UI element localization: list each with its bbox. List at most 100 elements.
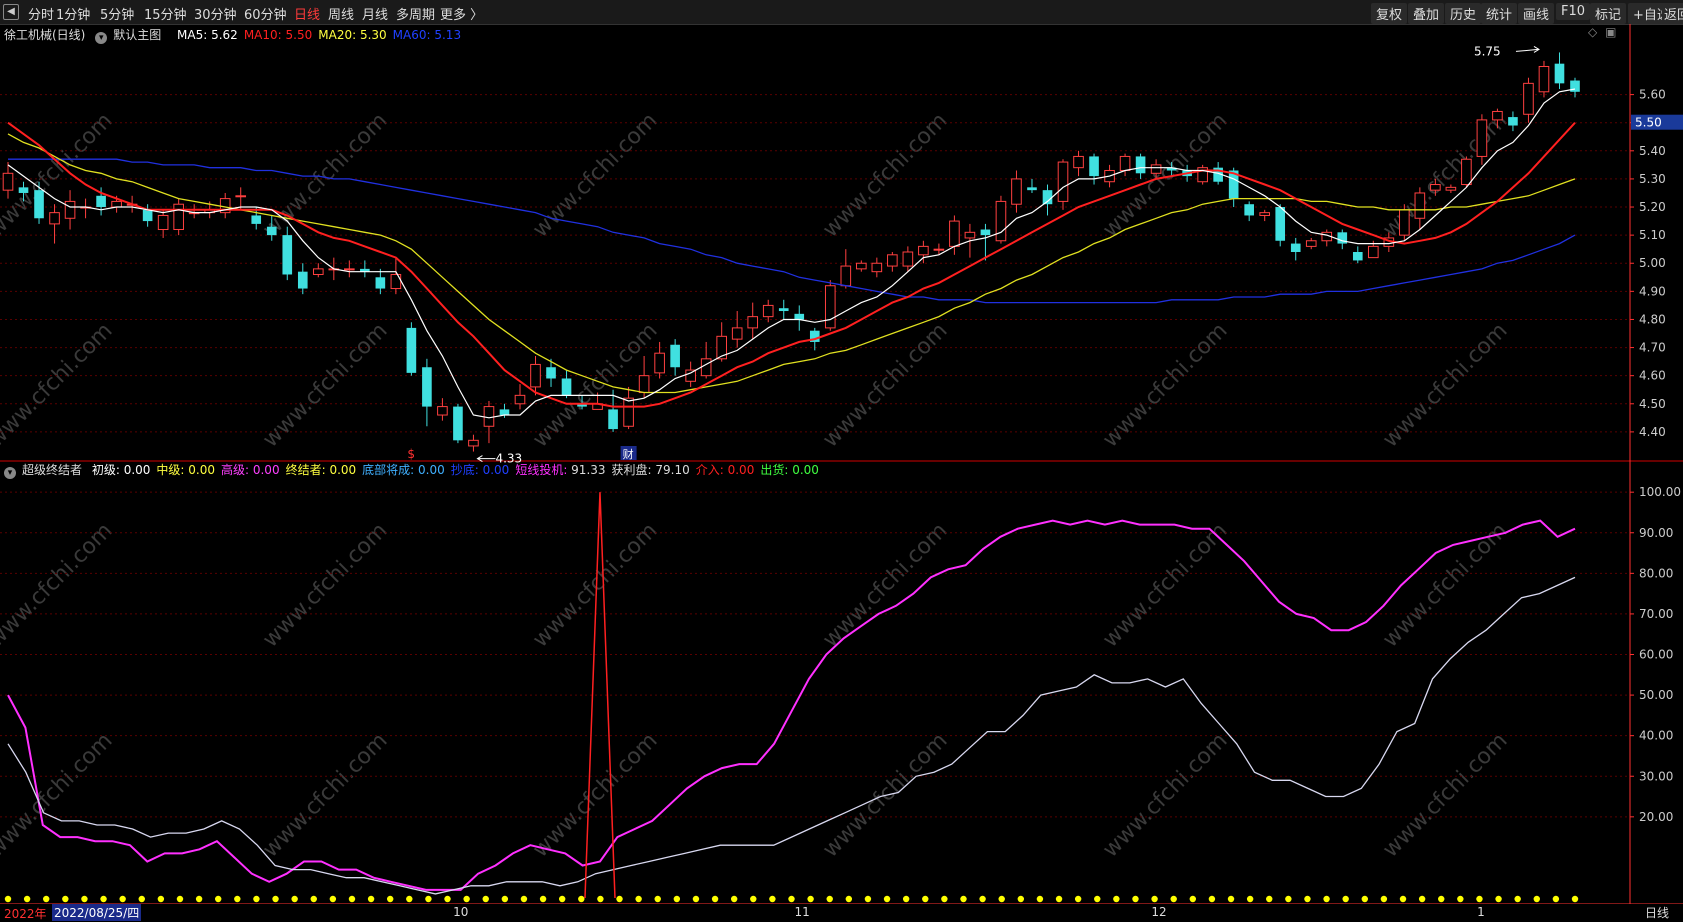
candle (592, 392, 603, 410)
price-tick-label: 5.00 (1639, 256, 1666, 270)
signal-dot (941, 895, 948, 903)
candle-body (654, 352, 665, 374)
candle (530, 356, 541, 396)
toolbar-button-4[interactable]: 画线 (1518, 3, 1555, 24)
signal-dot (1055, 895, 1063, 903)
signal-dot (1399, 895, 1407, 903)
watermark-text: www.cfchi.com (528, 318, 662, 452)
candle-body (1275, 207, 1286, 241)
watermark-text: www.cfchi.com (1378, 728, 1512, 862)
candle (18, 181, 29, 202)
current-price-label: 5.50 (1635, 116, 1662, 130)
candle (980, 223, 991, 261)
candle (1104, 164, 1115, 188)
period-tab-8[interactable]: 月线 (362, 4, 388, 23)
watermark-text: www.cfchi.com (258, 318, 392, 452)
candle (1367, 240, 1379, 259)
candle (1182, 164, 1192, 182)
candle (312, 263, 324, 278)
signal-dot (138, 895, 145, 903)
dropdown-icon[interactable]: ▾ (4, 467, 16, 479)
candle (1352, 246, 1363, 264)
ma-legend-1: MA10: 5.50 (243, 28, 313, 42)
watermark-text: www.cfchi.com (258, 728, 392, 862)
period-tab-4[interactable]: 30分钟 (194, 4, 237, 23)
indicator-tick-label: 70.00 (1639, 607, 1673, 621)
period-label[interactable]: 日线 (1645, 904, 1669, 921)
template-selector[interactable]: ▾ 默认主图 (95, 28, 167, 44)
diamond-icon[interactable]: ◇ (1588, 25, 1597, 39)
toolbar-button-8[interactable]: 返回 (1662, 3, 1683, 24)
signal-dot (1304, 895, 1311, 903)
signal-dot (960, 895, 967, 903)
candle-body (1352, 252, 1363, 261)
watermark-text: www.cfchi.com (1378, 518, 1512, 652)
candle (1197, 164, 1208, 185)
candle-body (453, 406, 463, 441)
watermark-text: www.cfchi.com (1098, 318, 1232, 452)
candle (871, 257, 883, 278)
ma-lines (7, 88, 1576, 419)
candle-body (1213, 167, 1223, 182)
toolbar-button-5[interactable]: F10 (1556, 3, 1591, 20)
toolbar-button-1[interactable]: 叠加 (1408, 3, 1445, 24)
candle-body (592, 403, 603, 410)
period-tab-2[interactable]: 5分钟 (100, 4, 134, 23)
current-price-box (1631, 114, 1683, 130)
ma-legend-2: MA20: 5.30 (318, 28, 387, 42)
period-tab-9[interactable]: 多周期 (396, 4, 435, 23)
candle (1244, 201, 1254, 222)
month-label: 11 (794, 905, 810, 919)
toolbar-button-3[interactable]: 统计 (1481, 3, 1518, 24)
period-tab-3[interactable]: 15分钟 (144, 4, 187, 23)
toolbar-button-2[interactable]: 历史 (1445, 3, 1482, 24)
candle-body (871, 262, 883, 273)
candle-body (700, 358, 712, 377)
period-tab-7[interactable]: 周线 (328, 4, 354, 23)
candle-body (1244, 204, 1254, 216)
candle-body (1538, 65, 1550, 93)
candle (188, 204, 200, 219)
candle (1554, 52, 1565, 89)
candle-body (887, 254, 898, 267)
signal-dot (807, 895, 814, 903)
candle (995, 195, 1007, 244)
signal-dot (100, 895, 107, 903)
time-axis: 2022年 2022/08/25/四 10 11 12 1 日线 (0, 904, 1683, 921)
watermark-text: www.cfchi.com (818, 728, 952, 862)
candle (157, 209, 169, 238)
candle (856, 260, 867, 272)
signal-dot (482, 895, 489, 903)
period-tab-5[interactable]: 60分钟 (244, 4, 287, 23)
candle-body (716, 335, 727, 360)
indicator-name: 超级终结者 (22, 463, 83, 477)
candle-body (1321, 231, 1333, 242)
period-tab-1[interactable]: 1分钟 (56, 4, 90, 23)
watermark-text: www.cfchi.com (1378, 108, 1512, 242)
candle-body (1104, 169, 1115, 183)
dropdown-icon: ▾ (95, 32, 108, 44)
period-tab-10[interactable]: 更多 〉 (440, 4, 483, 23)
signal-dot (253, 895, 260, 903)
signal-dot (1227, 895, 1235, 903)
toolbar-button-6[interactable]: 标记 (1590, 3, 1627, 24)
candle (1430, 178, 1441, 196)
window-icon[interactable]: ▣ (1605, 25, 1616, 39)
back-icon[interactable]: ◀ (3, 4, 19, 20)
signal-dot (826, 895, 833, 903)
candle-body (282, 235, 293, 275)
price-tick-label: 4.40 (1639, 425, 1666, 439)
candle (375, 268, 386, 295)
signal-dot (1189, 895, 1197, 903)
candle-body (390, 273, 402, 290)
candle-body (266, 226, 277, 236)
candle (1166, 162, 1177, 177)
toolbar-button-0[interactable]: 复权 (1371, 3, 1408, 24)
period-tab-0[interactable]: 分时 (28, 4, 54, 23)
candle-body (1445, 186, 1457, 191)
ma-legend-3: MA60: 5.13 (392, 28, 462, 42)
candle (49, 204, 60, 244)
signal-dot (43, 895, 50, 903)
period-tab-6[interactable]: 日线 (294, 4, 320, 23)
signal-dot (520, 895, 528, 903)
